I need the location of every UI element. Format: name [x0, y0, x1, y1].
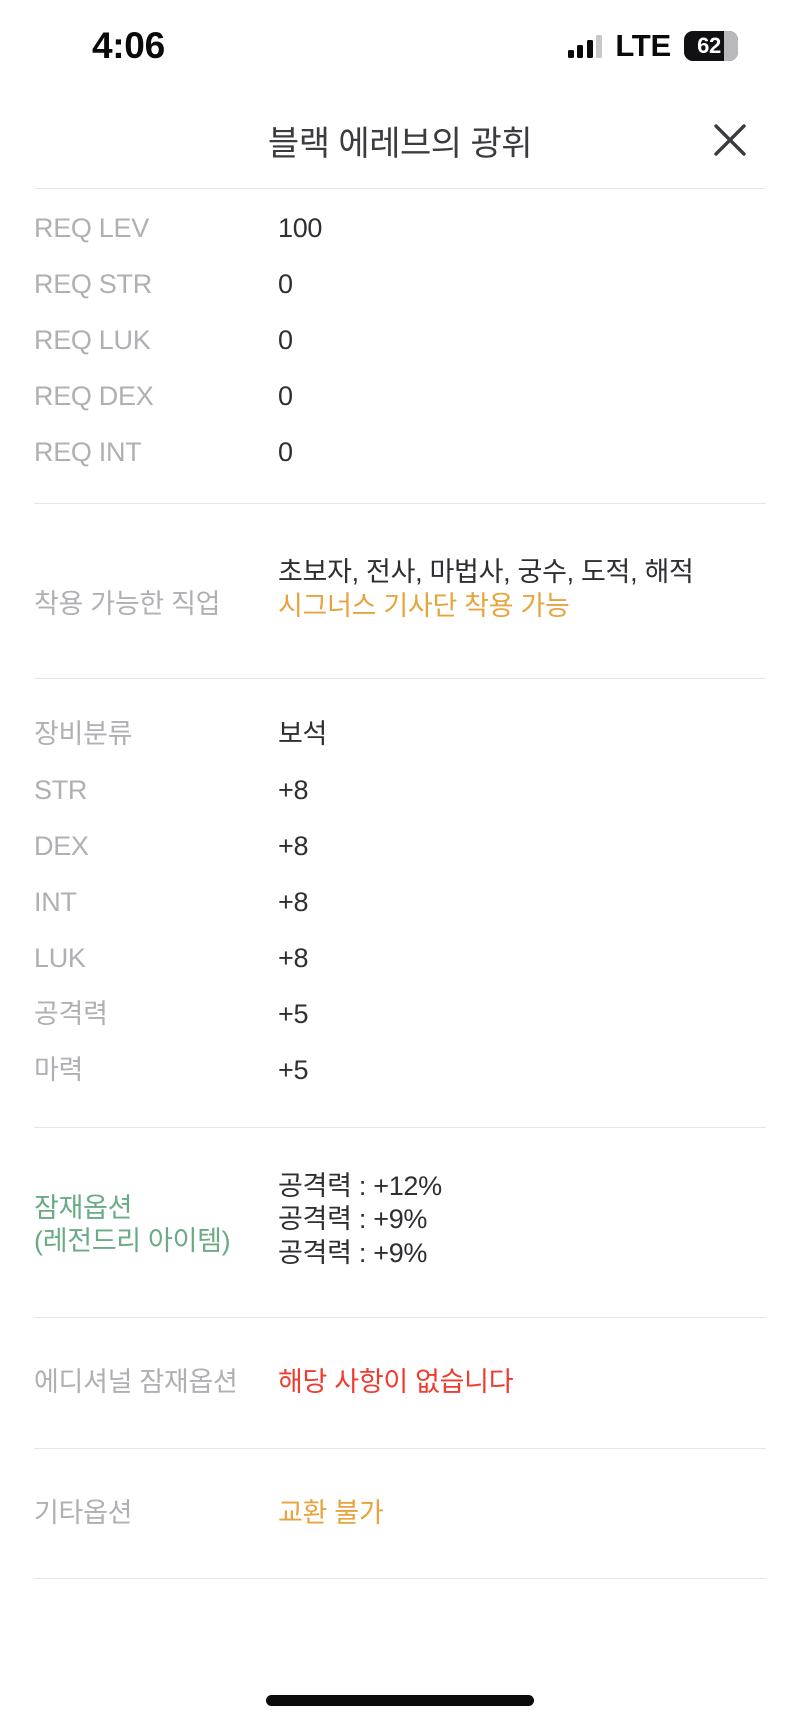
close-button[interactable]: [702, 112, 758, 168]
table-row: 공격력 +5: [34, 987, 766, 1043]
table-row: REQ LEV 100: [34, 201, 766, 257]
potential-label-line1: 잠재옵션: [34, 1192, 133, 1223]
row-value: +5: [278, 1054, 309, 1085]
row-label: 공격력: [34, 998, 108, 1029]
row-label: STR: [34, 774, 88, 805]
sheet-header: 블랙 에레브의 광휘: [0, 92, 800, 188]
potential-option: 공격력 : +9%: [278, 1238, 428, 1268]
status-bar: 4:06 LTE 62: [0, 0, 800, 92]
potential-option: 공격력 : +9%: [278, 1204, 428, 1235]
item-detail-content: REQ LEV 100 REQ STR 0 REQ LUK 0 REQ DEX …: [0, 188, 800, 1580]
table-row: 장비분류 보석: [34, 707, 766, 763]
potential-values: 공격력 : +12% 공격력 : +9% 공격력 : +9%: [278, 1170, 766, 1271]
row-value: 100: [278, 213, 323, 243]
table-row: REQ INT 0: [34, 425, 766, 481]
row-value: +5: [278, 998, 309, 1029]
status-time: 4:06: [92, 25, 165, 66]
table-row: 마력 +5: [34, 1043, 766, 1099]
table-row: DEX +8: [34, 819, 766, 875]
equipment-stats-section: 장비분류 보석 STR +8 DEX +8 INT +8 LUK +8 공격력 …: [0, 679, 800, 1127]
battery-level-label: 62: [697, 33, 721, 58]
other-options-label: 기타옵션: [34, 1497, 133, 1528]
home-indicator[interactable]: [266, 1695, 534, 1706]
table-row: 기타옵션 교환 불가: [34, 1485, 766, 1543]
row-value: +8: [278, 774, 309, 805]
row-label: REQ DEX: [34, 381, 154, 411]
job-section: 착용 가능한 직업 초보자, 전사, 마법사, 궁수, 도적, 해적 시그너스 …: [0, 504, 800, 678]
row-value: +8: [278, 830, 309, 861]
page-title: 블랙 에레브의 광휘: [267, 124, 533, 163]
table-row: STR +8: [34, 763, 766, 819]
potential-label-line2: (레전드리 아이템): [34, 1226, 231, 1257]
row-value: +8: [278, 886, 309, 917]
table-row: 착용 가능한 직업 초보자, 전사, 마법사, 궁수, 도적, 해적 시그너스 …: [34, 544, 766, 636]
table-row: 에디셔널 잠재옵션 해당 사항이 없습니다: [34, 1354, 766, 1412]
row-label: REQ INT: [34, 437, 142, 467]
item-detail-screen: 4:06 LTE 62 블랙 에레브의 광휘 REQ LEV 100 REQ S…: [0, 0, 800, 1732]
potential-options-section: 잠재옵션 (레전드리 아이템) 공격력 : +12% 공격력 : +9% 공격력…: [0, 1128, 800, 1317]
row-label: REQ STR: [34, 269, 152, 299]
divider: [34, 1578, 766, 1580]
row-value: 0: [278, 437, 293, 467]
close-icon: [714, 124, 746, 156]
battery-cap: [724, 31, 738, 61]
table-row: 잠재옵션 (레전드리 아이템) 공격력 : +12% 공격력 : +9% 공격력…: [34, 1158, 766, 1283]
row-label: LUK: [34, 942, 86, 973]
table-row: REQ STR 0: [34, 257, 766, 313]
row-value: 보석: [278, 718, 328, 749]
row-label: 장비분류: [34, 718, 133, 749]
job-classes: 초보자, 전사, 마법사, 궁수, 도적, 해적: [278, 557, 694, 587]
other-options-section: 기타옵션 교환 불가: [0, 1449, 800, 1579]
additional-potential-label: 에디셔널 잠재옵션: [34, 1366, 238, 1397]
additional-potential-value: 해당 사항이 없습니다: [278, 1366, 514, 1397]
row-value: 0: [278, 381, 293, 411]
table-row: LUK +8: [34, 931, 766, 987]
job-label: 착용 가능한 직업: [34, 589, 221, 619]
row-label: REQ LEV: [34, 213, 149, 243]
cellular-signal-icon: [567, 34, 603, 58]
requirements-section: REQ LEV 100 REQ STR 0 REQ LUK 0 REQ DEX …: [0, 189, 800, 503]
row-value: 0: [278, 325, 293, 355]
table-row: REQ DEX 0: [34, 369, 766, 425]
row-value: 0: [278, 269, 293, 299]
table-row: INT +8: [34, 875, 766, 931]
row-label: DEX: [34, 830, 89, 861]
potential-label: 잠재옵션 (레전드리 아이템): [34, 1170, 278, 1260]
additional-potential-section: 에디셔널 잠재옵션 해당 사항이 없습니다: [0, 1318, 800, 1448]
table-row: REQ LUK 0: [34, 313, 766, 369]
row-label: 마력: [34, 1054, 84, 1085]
potential-option: 공격력 : +12%: [278, 1170, 442, 1201]
row-label: REQ LUK: [34, 325, 151, 355]
row-value: +8: [278, 942, 309, 973]
row-label: INT: [34, 886, 77, 917]
job-special: 시그너스 기사단 착용 가능: [278, 590, 570, 621]
status-indicators: LTE 62: [567, 28, 738, 64]
carrier-label: LTE: [615, 28, 671, 63]
job-value: 초보자, 전사, 마법사, 궁수, 도적, 해적 시그너스 기사단 착용 가능: [278, 556, 766, 624]
battery-icon: 62: [684, 31, 738, 61]
other-options-value: 교환 불가: [278, 1497, 384, 1528]
